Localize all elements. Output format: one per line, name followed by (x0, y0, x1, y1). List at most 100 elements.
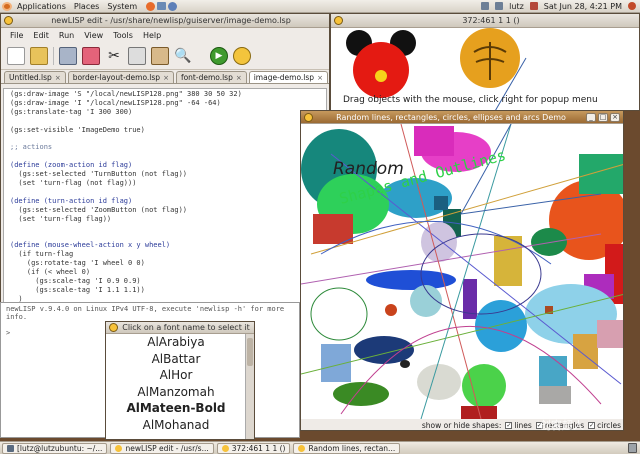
font-item[interactable]: AlHor (106, 367, 246, 384)
newlisp-app-icon (304, 112, 313, 122)
tab-image-demo[interactable]: image-demo.lsp × (248, 71, 328, 83)
image-demo-titlebar[interactable]: 372:461 1 1 () (331, 14, 639, 28)
editor-titlebar[interactable]: newLISP edit - /usr/share/newlisp/guiser… (1, 14, 329, 28)
gold-rectangle[interactable] (573, 334, 598, 369)
mail-launcher-icon[interactable] (157, 2, 167, 10)
font-list[interactable]: AlArabiya AlBattar AlHor AlManzomah AlMa… (106, 334, 246, 439)
menu-file[interactable]: File (5, 31, 28, 40)
close-tab-icon[interactable]: × (55, 74, 61, 82)
close-tab-icon[interactable]: × (317, 74, 323, 82)
code-line: (gs:draw-image 'I "/local/newLISP128.png… (10, 98, 221, 107)
navy-ellipse[interactable] (354, 336, 414, 364)
task-label: [lutz@lutzubuntu: ~/... (17, 443, 103, 453)
code-editor[interactable]: (gs:draw-image 'S "/local/newLISP128.png… (3, 88, 327, 304)
font-item[interactable]: AlBattar (106, 351, 246, 368)
task-random-shapes[interactable]: Random lines, rectan... (293, 442, 401, 454)
places-menu[interactable]: Places (71, 2, 102, 11)
checkbox-label: circles (597, 421, 621, 430)
task-label: newLISP edit - /usr/s... (125, 443, 209, 453)
applications-menu[interactable]: Applications (14, 2, 69, 11)
menu-tools[interactable]: Tools (108, 31, 138, 40)
checkbox-box[interactable]: ✓ (588, 422, 596, 429)
lime-circle[interactable] (462, 364, 506, 408)
tab-untitled[interactable]: Untitled.lsp × (4, 71, 66, 83)
menu-edit[interactable]: Edit (28, 31, 54, 40)
code-line: (define (turn-action id flag) (10, 196, 133, 205)
code-line: ;; actions (10, 143, 53, 152)
tab-border-layout-demo[interactable]: border-layout-demo.lsp × (67, 71, 174, 83)
print-icon[interactable] (82, 46, 100, 65)
code-line: (set 'turn-flag (not flag))) (10, 179, 137, 188)
minimize-icon[interactable]: _ (586, 112, 596, 122)
paste-icon[interactable] (151, 46, 169, 65)
run-icon[interactable]: ▶ (210, 46, 228, 65)
lavender-ellipse[interactable] (421, 222, 457, 262)
small-black-ellipse[interactable] (400, 360, 410, 368)
editor-title: newLISP edit - /usr/share/newlisp/guiser… (51, 16, 291, 25)
lines-checkbox[interactable]: ✓ lines (505, 421, 532, 430)
font-item[interactable]: AlMohanad (106, 417, 246, 434)
clock[interactable]: Sat Jun 28, 4:21 PM (544, 2, 622, 11)
shapes-canvas[interactable]: Random Shapes and Outlines (301, 124, 624, 419)
green-circle[interactable] (531, 228, 567, 256)
power-icon[interactable] (628, 2, 636, 10)
font-item[interactable]: AlMateen-Bold (106, 400, 246, 417)
small-orange-circle[interactable] (385, 304, 397, 316)
image-demo-window: 372:461 1 1 () Drag objects with the mou… (330, 13, 640, 111)
blue-flat-ellipse[interactable] (366, 270, 456, 290)
task-image-demo[interactable]: 372:461 1 1 () (216, 442, 291, 454)
red-ball-dot (375, 70, 387, 82)
copy-icon[interactable] (128, 46, 146, 65)
save-icon[interactable] (59, 46, 77, 65)
firefox-launcher-icon[interactable] (146, 1, 156, 11)
find-icon[interactable]: 🔍 (174, 47, 192, 65)
font-picker-titlebar[interactable]: Click on a font name to select it (106, 322, 254, 334)
shapes-titlebar[interactable]: Random lines, rectangles, circles, ellip… (301, 111, 623, 124)
gray-rectangle[interactable] (539, 386, 571, 404)
new-file-icon[interactable] (7, 46, 25, 65)
checkbox-box[interactable]: ✓ (505, 422, 513, 429)
font-item[interactable]: AlArabiya (106, 334, 246, 351)
font-picker-window: Click on a font name to select it AlArab… (105, 321, 255, 440)
scrollbar-thumb[interactable] (247, 338, 253, 366)
font-picker-title: Click on a font name to select it (122, 323, 250, 332)
olive-ellipse[interactable] (333, 382, 389, 406)
circles-checkbox[interactable]: ✓ circles (588, 421, 621, 430)
tab-font-demo[interactable]: font-demo.lsp × (175, 71, 247, 83)
font-item[interactable]: AlManzomah (106, 384, 246, 401)
small-teal-rectangle[interactable] (434, 196, 448, 210)
user-name[interactable]: lutz (509, 2, 524, 11)
close-tab-icon[interactable]: × (163, 74, 169, 82)
task-terminal[interactable]: [lutz@lutzubuntu: ~/... (2, 442, 108, 454)
task-label: 372:461 1 1 () (231, 443, 286, 453)
ubuntu-logo-icon[interactable] (2, 1, 12, 11)
red-rectangle[interactable] (313, 214, 353, 244)
menu-help[interactable]: Help (138, 31, 166, 40)
font-list-scrollbar[interactable] (245, 334, 254, 439)
maximize-icon[interactable]: □ (598, 112, 608, 122)
menu-run[interactable]: Run (54, 31, 79, 40)
close-tab-icon[interactable]: × (236, 74, 242, 82)
menu-view[interactable]: View (79, 31, 108, 40)
mail-indicator-icon[interactable] (529, 2, 538, 10)
volume-icon[interactable] (495, 2, 504, 10)
newlisp-eval-icon[interactable] (233, 46, 251, 65)
gray-ellipse[interactable] (417, 364, 461, 400)
sky-blue-ellipse[interactable] (475, 300, 527, 352)
cyan-rectangle[interactable] (539, 356, 567, 386)
help-launcher-icon[interactable] (168, 1, 178, 11)
magenta-rectangle[interactable] (414, 126, 454, 156)
system-menu[interactable]: System (104, 2, 140, 11)
close-icon[interactable]: × (610, 112, 620, 122)
task-newlisp-edit[interactable]: newLISP edit - /usr/s... (110, 442, 214, 454)
network-icon[interactable] (481, 2, 490, 10)
pink-rectangle[interactable] (597, 320, 624, 348)
open-folder-icon[interactable] (30, 46, 48, 65)
trash-icon[interactable] (628, 443, 637, 453)
cut-scissors-icon[interactable]: ✂ (105, 47, 123, 65)
green-circle-outline (310, 287, 368, 341)
green-rectangle[interactable] (579, 154, 624, 194)
